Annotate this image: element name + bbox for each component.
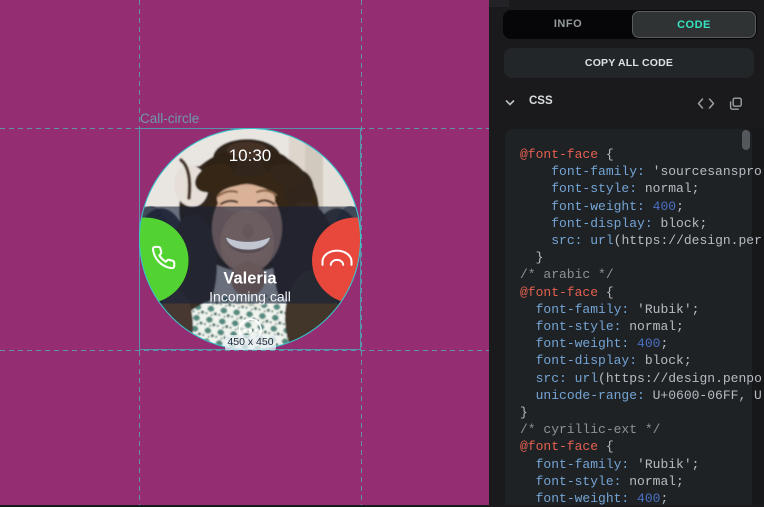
svg-text:Incoming call: Incoming call — [209, 289, 291, 305]
svg-text:Valeria: Valeria — [223, 270, 277, 288]
svg-text:10:30: 10:30 — [229, 146, 272, 165]
